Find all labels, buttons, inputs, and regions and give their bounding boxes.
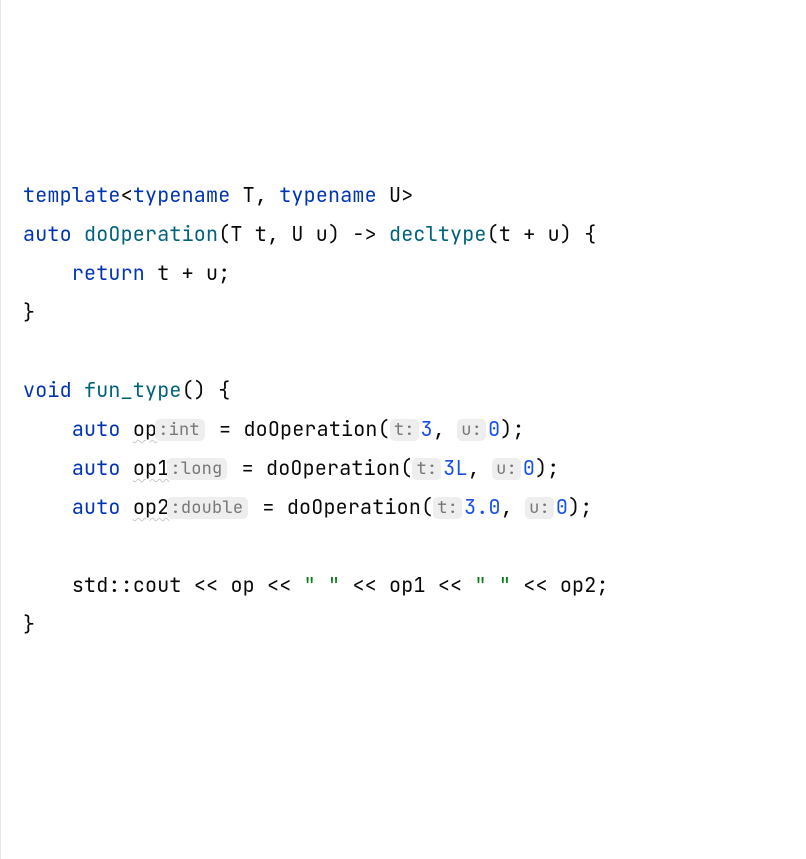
- var-op: op: [133, 416, 157, 442]
- angle-close: >: [401, 182, 413, 208]
- equals: =: [207, 416, 244, 442]
- close-paren: );: [500, 416, 524, 442]
- code-line-12[interactable]: }: [23, 605, 786, 644]
- indent: [23, 416, 72, 442]
- fn-rest: () {: [182, 377, 231, 403]
- arg-0: 0: [556, 494, 568, 520]
- code-line-2[interactable]: auto doOperation(T t, U u) -> decltype(t…: [23, 215, 786, 254]
- close-paren: );: [535, 455, 559, 481]
- keyword-typename: typename: [279, 182, 377, 208]
- code-line-7[interactable]: auto op:int = doOperation(t:3, u:0);: [23, 410, 786, 449]
- param-hint-u: u:: [525, 497, 554, 519]
- comma: ,: [433, 416, 457, 442]
- equals: =: [250, 494, 287, 520]
- decltype: decltype: [389, 221, 487, 247]
- template-param-U: U: [377, 182, 401, 208]
- code-line-11[interactable]: std::cout << op << " " << op1 << " " << …: [23, 566, 786, 605]
- function-name: doOperation: [84, 221, 218, 247]
- comma: ,: [468, 455, 492, 481]
- close-brace: }: [23, 299, 35, 325]
- scope: ::: [108, 572, 132, 598]
- type-hint-double: :double: [167, 497, 248, 519]
- angle-open: <: [121, 182, 133, 208]
- param-hint-t: t:: [390, 419, 419, 441]
- indent: [23, 455, 72, 481]
- string-space: " ": [474, 572, 511, 598]
- code-line-1[interactable]: template<typename T, typename U>: [23, 176, 786, 215]
- indent: [23, 494, 72, 520]
- cout: cout: [133, 572, 182, 598]
- arg-3-0: 3.0: [464, 494, 501, 520]
- call-fn: doOperation: [243, 416, 377, 442]
- open-paren: (: [421, 494, 433, 520]
- param-hint-u: u:: [492, 458, 521, 480]
- indent: [23, 260, 72, 286]
- keyword-auto: auto: [72, 494, 133, 520]
- param-hint-t: t:: [433, 497, 462, 519]
- arg-0: 0: [488, 416, 500, 442]
- code-line-8[interactable]: auto op1:long = doOperation(t:3L, u:0);: [23, 449, 786, 488]
- code-line-3[interactable]: return t + u;: [23, 254, 786, 293]
- type-hint-long: :long: [167, 458, 227, 480]
- indent: [23, 572, 72, 598]
- call-fn: doOperation: [287, 494, 421, 520]
- keyword-template: template: [23, 182, 121, 208]
- keyword-void: void: [23, 377, 84, 403]
- var-op2: op2: [133, 494, 170, 520]
- template-param-T: T: [230, 182, 254, 208]
- arg-0: 0: [523, 455, 535, 481]
- code-line-9[interactable]: auto op2:double = doOperation(t:3.0, u:0…: [23, 488, 786, 527]
- keyword-typename: typename: [133, 182, 231, 208]
- equals: =: [229, 455, 266, 481]
- var-op1: op1: [133, 455, 170, 481]
- open-paren: (: [400, 455, 412, 481]
- function-name: fun_type: [84, 377, 182, 403]
- keyword-auto: auto: [23, 221, 84, 247]
- return-expr: t + u;: [145, 260, 230, 286]
- stream-seg: << op <<: [182, 572, 304, 598]
- string-space: " ": [304, 572, 341, 598]
- comma: ,: [501, 494, 525, 520]
- type-hint-int: :int: [155, 419, 205, 441]
- decltype-expr: (t + u) {: [487, 221, 597, 247]
- code-line-10[interactable]: [23, 527, 786, 566]
- arg-3: 3: [421, 416, 433, 442]
- code-line-6[interactable]: void fun_type() {: [23, 371, 786, 410]
- open-paren: (: [378, 416, 390, 442]
- keyword-auto: auto: [72, 416, 133, 442]
- param-hint-t: t:: [412, 458, 441, 480]
- call-fn: doOperation: [266, 455, 400, 481]
- close-brace: }: [23, 611, 35, 637]
- close-paren: );: [568, 494, 592, 520]
- stream-seg: << op1 <<: [340, 572, 474, 598]
- param-hint-u: u:: [457, 419, 486, 441]
- keyword-auto: auto: [72, 455, 133, 481]
- stream-seg: << op2;: [511, 572, 609, 598]
- arg-3l: 3L: [443, 455, 467, 481]
- code-line-5[interactable]: [23, 332, 786, 371]
- code-line-4[interactable]: }: [23, 293, 786, 332]
- param-list: (T t, U u) ->: [218, 221, 389, 247]
- std: std: [72, 572, 109, 598]
- keyword-return: return: [72, 260, 145, 286]
- comma: ,: [255, 182, 279, 208]
